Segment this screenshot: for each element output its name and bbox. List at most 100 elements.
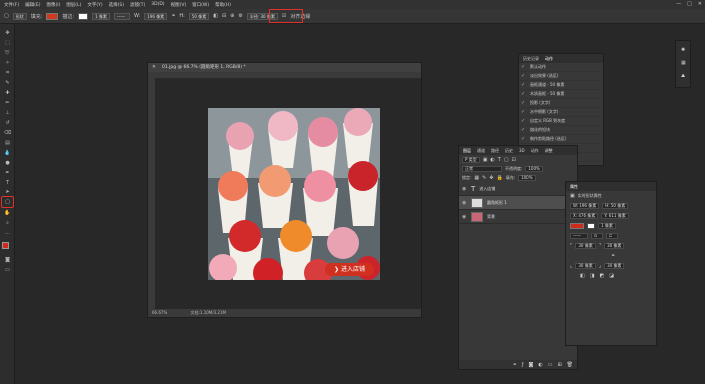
clone-stamp-tool-icon[interactable]: ⊥ [3,110,12,116]
adjustments-icon[interactable]: ⛰ [681,73,685,79]
filter-shape-icon[interactable]: ▢ [504,157,509,163]
dodge-tool-icon[interactable]: ● [3,160,12,166]
stroke-width-input[interactable]: 1 像素 [92,12,110,20]
prop-x-input[interactable]: X: 476 像素 [570,213,599,219]
menu-type[interactable]: 文字(Y) [87,2,102,8]
layer-row[interactable]: ◉ 圆角矩形 1 [459,196,577,210]
filter-pixel-icon[interactable]: ▣ [483,157,488,163]
healing-brush-tool-icon[interactable]: ✚ [3,90,12,96]
tab-history2[interactable]: 历史 [505,146,513,155]
tab-actions[interactable]: 动作 [545,54,553,63]
lock-paint-icon[interactable]: ✎ [482,175,486,181]
crop-tool-icon[interactable]: ⌗ [3,70,12,76]
path-arrange-icon[interactable]: ⊕ [230,13,234,19]
radius-tl-input[interactable]: 30 像素 [575,243,596,249]
zoom-tool-icon[interactable]: ⌕ [3,220,12,226]
check-icon[interactable]: ✓ [521,100,526,106]
prop-stroke-width[interactable]: 1 像素 [598,223,616,229]
filter-adjust-icon[interactable]: ◐ [490,157,494,163]
subtract-shapes-icon[interactable]: ◨ [590,273,595,279]
layer-row[interactable]: ◉ 背景 [459,210,577,224]
hand-tool-icon[interactable]: ✋ [3,210,12,216]
menu-select[interactable]: 选择(S) [109,2,124,8]
layer-row[interactable]: ◉ T 进入店铺 [459,182,577,196]
check-icon[interactable]: ✓ [521,82,526,88]
marquee-tool-icon[interactable]: ⬚ [3,40,12,46]
fill-color-swatch[interactable] [46,12,59,20]
menu-window[interactable]: 窗口(W) [192,2,209,8]
new-layer-icon[interactable]: ⊞ [557,362,561,368]
swatches-icon[interactable]: ▦ [681,60,686,66]
menu-help[interactable]: 帮助(H) [215,2,231,8]
menu-filter[interactable]: 滤镜(T) [130,2,145,8]
check-icon[interactable]: ✓ [521,91,526,97]
menu-image[interactable]: 图像(I) [46,2,60,8]
list-item[interactable]: ✓ 水中倒影 (文字) [519,108,603,117]
document-tab[interactable]: ✕ 01.jpg @ 66.7% (圆角矩形 1, RGB/8) * [148,63,421,72]
fill-input[interactable]: 100% [518,174,536,181]
close-button[interactable]: ✕ [698,1,702,7]
layer-name[interactable]: 圆角矩形 1 [487,200,507,206]
list-item[interactable]: ✓ 默认动作 [519,63,603,72]
flower-photo[interactable]: ❯ 进入店铺 [208,108,380,280]
list-item[interactable]: ✓ 画框通道 - 50 像素 [519,81,603,90]
minimize-button[interactable]: — [676,1,681,7]
foreground-color-swatch[interactable] [2,242,9,249]
link-layers-icon[interactable]: ⚭ [513,362,517,368]
eyedropper-tool-icon[interactable]: ✎ [3,80,12,86]
adjustment-icon[interactable]: ◐ [538,362,542,368]
tab-adjust[interactable]: 调整 [545,146,553,155]
check-icon[interactable]: ✓ [521,127,526,133]
move-tool-icon[interactable]: ✥ [3,30,12,36]
eye-icon[interactable]: ◉ [462,200,467,206]
blend-mode-select[interactable]: 正常 [462,165,502,172]
width-input[interactable]: 196 像素 [144,12,168,20]
intersect-shapes-icon[interactable]: ◩ [599,273,604,279]
group-icon[interactable]: ▭ [548,362,553,368]
close-tab-icon[interactable]: ✕ [152,63,156,72]
shape-mode-select[interactable]: 形状 [12,12,27,20]
check-icon[interactable]: ✓ [521,109,526,115]
prop-width-input[interactable]: W: 196 像素 [570,203,600,209]
lock-position-icon[interactable]: ✥ [489,175,493,181]
tab-properties[interactable]: 属性 [570,182,578,191]
exclude-shapes-icon[interactable]: ◪ [609,273,614,279]
quick-mask-icon[interactable]: ◙ [3,257,12,263]
opacity-input[interactable]: 100% [525,165,543,172]
prop-fill-swatch[interactable] [570,223,584,229]
path-ops-icon[interactable]: ◧ [213,13,218,19]
tab-layers[interactable]: 图层 [463,146,471,155]
menu-layer[interactable]: 图层(L) [66,2,81,8]
layer-kind-select[interactable]: P 类型 [462,156,480,163]
radius-br-input[interactable]: 30 像素 [604,263,625,269]
path-select-tool-icon[interactable]: ➤ [3,189,12,195]
list-item[interactable]: ✓ 熔化的铅块 [519,126,603,135]
gradient-tool-icon[interactable]: ▤ [3,140,12,146]
stroke-style-select[interactable]: —— [570,233,588,239]
list-item[interactable]: ✓ 自定义 RGB 到灰度 [519,117,603,126]
gear-icon[interactable]: ⚙ [238,13,242,19]
list-item[interactable]: ✓ 制作剪贴路径 (选区) [519,135,603,144]
magic-wand-tool-icon[interactable]: ✧ [3,60,12,66]
eye-icon[interactable]: ◉ [462,186,467,192]
height-input[interactable]: 50 像素 [188,12,210,20]
trash-icon[interactable]: 🗑 [567,362,573,368]
list-item[interactable]: ✓ 投影 (文字) [519,99,603,108]
eraser-tool-icon[interactable]: ⌫ [3,130,12,136]
tab-actions2[interactable]: 动作 [531,146,539,155]
canvas-area[interactable]: ❯ 进入店铺 [155,79,421,309]
tab-3d[interactable]: 3D [519,146,525,155]
lasso-tool-icon[interactable]: ➰ [3,50,12,56]
history-brush-tool-icon[interactable]: ↺ [3,120,12,126]
combine-shapes-icon[interactable]: ◧ [580,273,585,279]
check-icon[interactable]: ✓ [521,136,526,142]
list-item[interactable]: ✓ 淡出效果 (选区) [519,72,603,81]
menu-view[interactable]: 视图(V) [171,2,187,8]
type-tool-icon[interactable]: T [3,180,12,186]
check-icon[interactable]: ✓ [521,73,526,79]
link-radius-icon[interactable]: ⚭ [611,253,615,259]
path-align-icon[interactable]: ⊟ [222,13,226,19]
maximize-button[interactable]: □ [687,1,692,7]
check-icon[interactable]: ✓ [521,64,526,70]
check-icon[interactable]: ✓ [521,118,526,124]
